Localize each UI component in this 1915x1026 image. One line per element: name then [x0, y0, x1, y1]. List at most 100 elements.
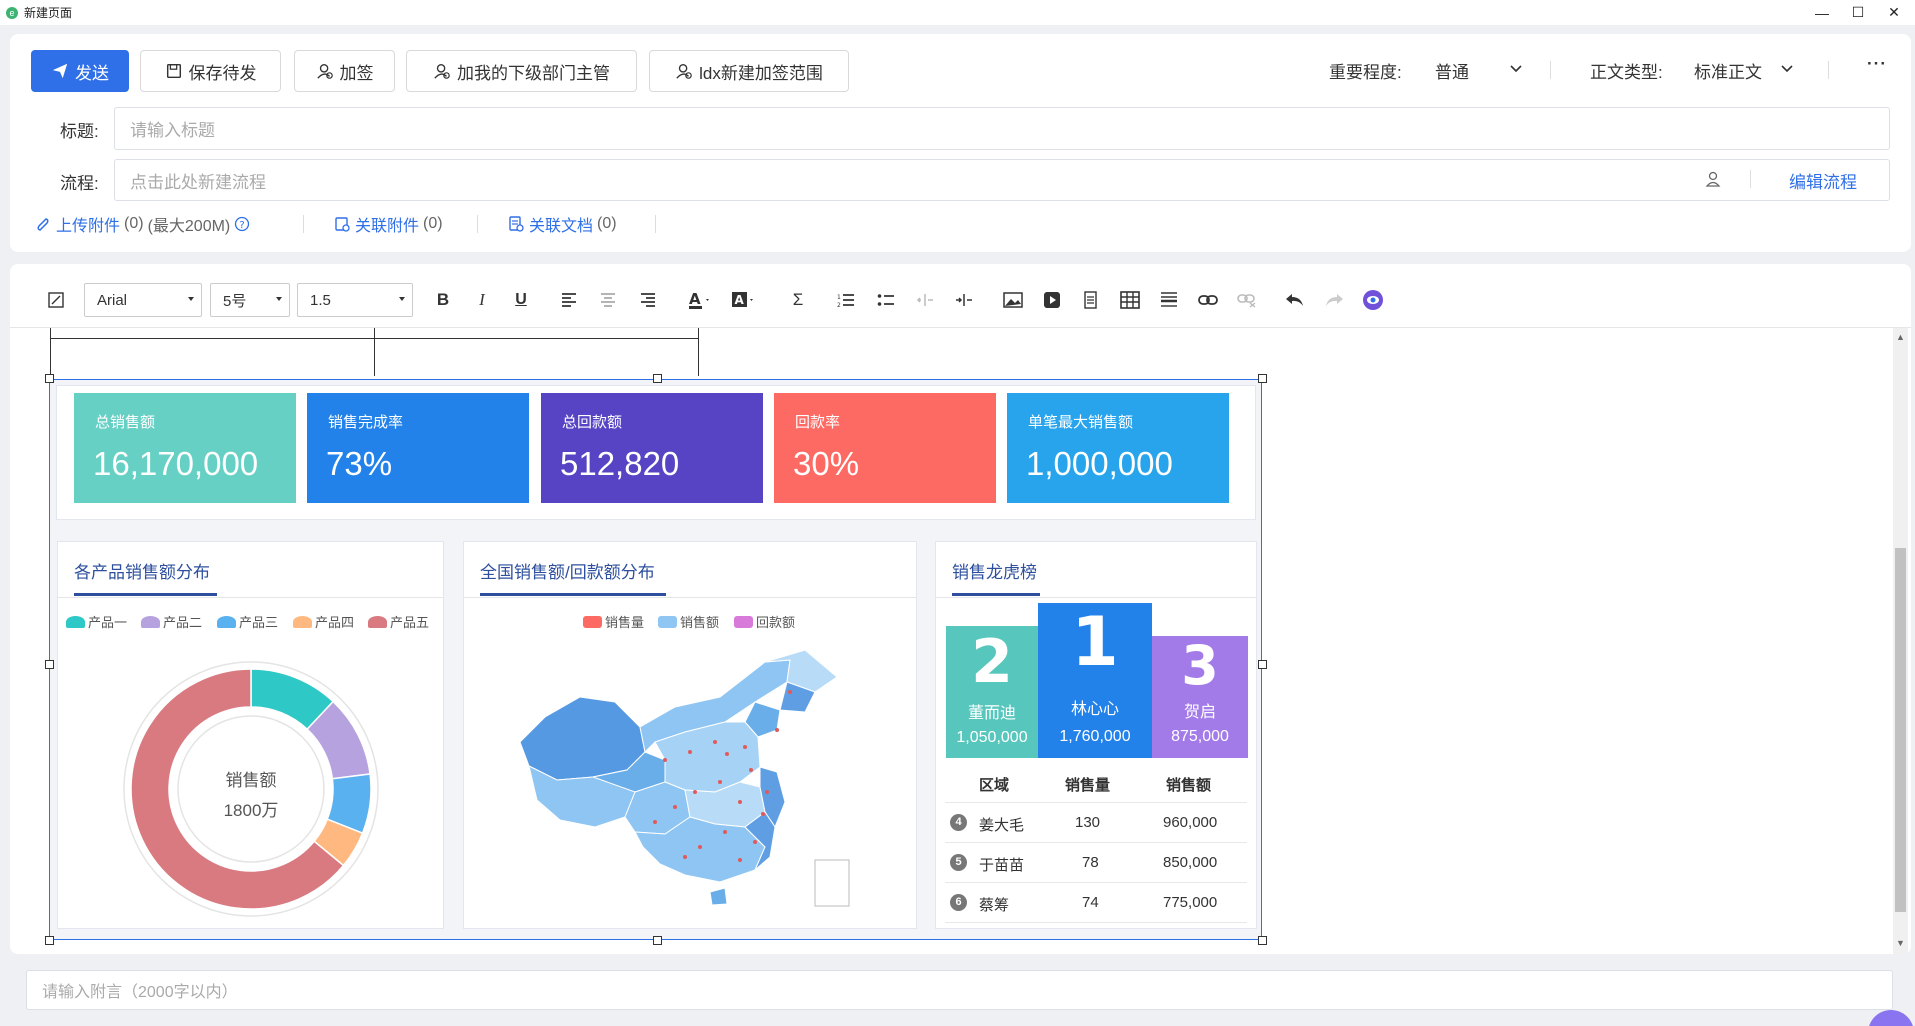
legend-swatch [293, 615, 312, 628]
scrollbar-thumb[interactable] [1895, 548, 1906, 912]
save-icon [166, 63, 181, 79]
svg-text:A: A [735, 293, 745, 307]
legend-item[interactable]: 产品一 [66, 612, 127, 631]
resize-handle[interactable] [45, 374, 54, 383]
doc-type-select[interactable]: 标准正文 [1694, 58, 1794, 83]
ordered-list-icon[interactable]: 12 [835, 285, 857, 315]
page-break-icon[interactable] [1080, 285, 1102, 315]
table-row: 6 蔡筹 74 775,000 [945, 883, 1247, 923]
table-icon[interactable] [1119, 285, 1141, 315]
formula-icon[interactable]: Σ [787, 285, 809, 315]
svg-text:?: ? [240, 220, 245, 231]
title-input[interactable]: 请输入标题 [114, 107, 1890, 150]
image-icon[interactable] [1002, 285, 1024, 315]
legend-swatch [583, 615, 602, 628]
user-add-icon [434, 64, 450, 79]
kpi-completion-rate: 销售完成率 73% [307, 393, 529, 503]
user-icon[interactable] [1705, 170, 1721, 188]
table-row: 5 于苗苗 78 850,000 [945, 843, 1247, 883]
font-color-icon[interactable]: A [686, 285, 714, 315]
app-icon: e [6, 6, 18, 19]
legend-item[interactable]: 销售量 [583, 612, 644, 631]
add-manager-button[interactable]: 加我的下级部门主管 [406, 50, 637, 92]
remark-input[interactable]: 请输入附言（2000字以内） [26, 970, 1893, 1010]
legend-item[interactable]: 产品五 [368, 612, 429, 631]
flow-input[interactable]: 点击此处新建流程 [114, 159, 1890, 201]
legend-label: 产品二 [163, 615, 203, 630]
bold-icon[interactable]: B [432, 285, 454, 315]
indent-icon[interactable] [953, 285, 975, 315]
minimize-button[interactable]: — [1802, 0, 1842, 25]
background-color-icon[interactable]: A [729, 285, 759, 315]
outdent-icon[interactable] [914, 285, 936, 315]
table-row: 4 姜大毛 130 960,000 [945, 803, 1247, 843]
close-button[interactable]: ✕ [1874, 0, 1914, 25]
divider [303, 215, 304, 233]
send-button[interactable]: 发送 [31, 50, 129, 92]
undo-icon[interactable] [1284, 285, 1306, 315]
divider [1750, 170, 1751, 188]
link-icon[interactable] [1197, 285, 1219, 315]
table-fragment [50, 328, 699, 376]
more-icon[interactable]: ··· [1867, 54, 1887, 74]
video-icon[interactable] [1041, 285, 1063, 315]
caret-down-icon [188, 297, 194, 301]
resize-handle[interactable] [653, 374, 662, 383]
vertical-scrollbar[interactable]: ▲ ▼ [1893, 328, 1908, 954]
font-family-select[interactable]: Arial [84, 283, 202, 317]
donut-center-value: 1800万 [224, 801, 279, 820]
legend-item[interactable]: 产品三 [217, 612, 278, 631]
clear-format-icon[interactable] [44, 285, 68, 315]
kpi-collection-rate: 回款率 30% [774, 393, 996, 503]
resize-handle[interactable] [653, 936, 662, 945]
add-range-button[interactable]: ldx新建加签范围 [649, 50, 849, 92]
paperclip-icon [37, 218, 49, 231]
unordered-list-icon[interactable] [875, 285, 897, 315]
legend-label: 产品一 [88, 615, 128, 630]
rank-1-card: 1 林心心 1,760,000 [1038, 603, 1152, 758]
rank-3-card: 3 贺启 875,000 [1152, 636, 1248, 758]
legend-swatch [658, 615, 677, 628]
window-title: 新建页面 [24, 6, 73, 20]
horizontal-rule-icon[interactable] [1158, 285, 1180, 315]
save-draft-button[interactable]: 保存待发 [140, 50, 281, 92]
donut-chart: 销售额 1800万 [123, 661, 379, 917]
attachment-link-icon [335, 217, 350, 232]
italic-icon[interactable]: I [471, 285, 493, 315]
font-size-select[interactable]: 5号 [210, 283, 290, 317]
resize-handle[interactable] [1258, 374, 1267, 383]
legend-item[interactable]: 销售额 [658, 612, 719, 631]
help-icon[interactable]: ? [234, 216, 250, 232]
resize-handle[interactable] [1258, 660, 1267, 669]
related-documents[interactable]: 关联文档 (0) [507, 212, 617, 236]
plugin-icon[interactable] [1362, 285, 1384, 315]
underline-icon[interactable]: U [510, 285, 532, 315]
legend-item[interactable]: 回款额 [734, 612, 795, 631]
edit-flow-link[interactable]: 编辑流程 [1789, 168, 1857, 193]
legend-item[interactable]: 产品二 [141, 612, 202, 631]
line-height-select[interactable]: 1.5 [297, 283, 413, 317]
divider [1828, 61, 1829, 79]
add-sign-button[interactable]: 加签 [294, 50, 395, 92]
resize-handle[interactable] [45, 660, 54, 669]
assistant-icon[interactable] [1868, 1010, 1914, 1026]
resize-handle[interactable] [45, 936, 54, 945]
maximize-button[interactable]: ☐ [1838, 0, 1878, 25]
align-center-icon[interactable] [597, 285, 619, 315]
scroll-up-icon[interactable]: ▲ [1896, 332, 1905, 342]
redo-icon[interactable] [1323, 285, 1345, 315]
resize-handle[interactable] [1258, 936, 1267, 945]
legend-item[interactable]: 产品四 [293, 612, 354, 631]
related-attachments[interactable]: 关联附件 (0) [333, 212, 443, 236]
importance-select[interactable]: 普通 [1435, 58, 1523, 83]
document-link-icon [509, 216, 524, 232]
send-icon [52, 63, 68, 79]
align-left-icon[interactable] [558, 285, 580, 315]
user-add-icon [676, 64, 692, 79]
panel-title: 销售龙虎榜 [952, 563, 1037, 582]
align-right-icon[interactable] [637, 285, 659, 315]
upload-attachment[interactable]: 上传附件 (0) (最大200M) ? [34, 212, 250, 236]
unlink-icon[interactable] [1236, 285, 1258, 315]
scroll-down-icon[interactable]: ▼ [1896, 938, 1905, 948]
south-sea-inset [814, 859, 850, 907]
